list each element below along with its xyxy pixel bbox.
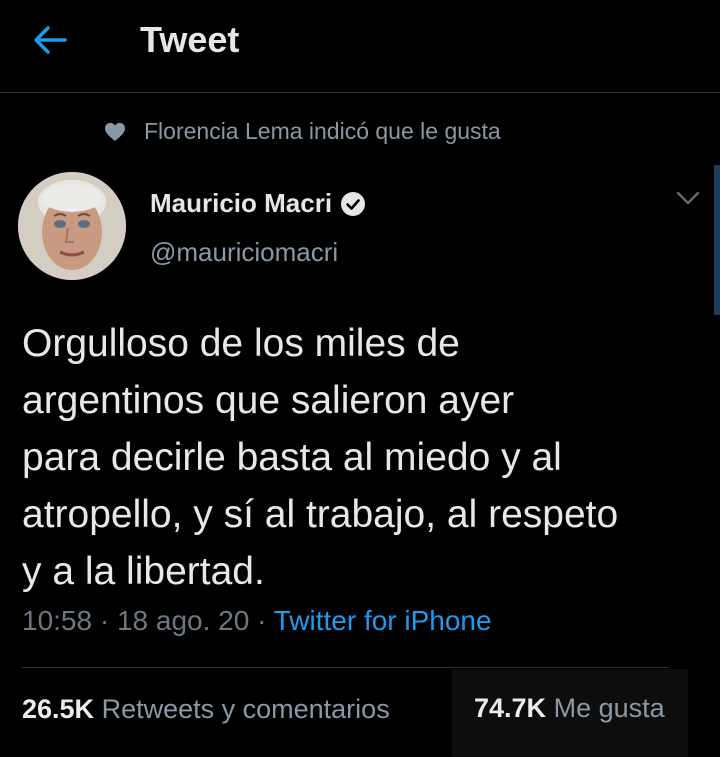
page-title: Tweet: [140, 19, 240, 60]
heart-icon: [105, 122, 125, 141]
back-button[interactable]: [30, 22, 70, 58]
tweet-text-line: y a la libertad.: [22, 550, 265, 593]
likes-count: 74.7K: [474, 693, 547, 723]
social-context: Florencia Lema indicó que le gusta: [104, 118, 501, 145]
tweet-date: 18 ago. 20: [116, 605, 250, 636]
author-handle[interactable]: @mauriciomacri: [150, 237, 338, 268]
chevron-down-icon[interactable]: [675, 190, 701, 206]
likes-label: Me gusta: [553, 693, 665, 723]
retweets-count: 26.5K: [22, 694, 95, 724]
divider: [22, 667, 668, 668]
verified-badge-icon: [341, 191, 366, 216]
top-bar: Tweet: [0, 0, 720, 93]
tweet-meta: 10:58 · 18 ago. 20 · Twitter for iPhone: [22, 605, 492, 637]
tweet-time: 10:58: [22, 605, 93, 636]
tweet-text-line: atropello, y sí al trabajo, al respeto: [22, 493, 619, 536]
social-context-text[interactable]: Florencia Lema indicó que le gusta: [144, 118, 501, 145]
tweet-text: Orgulloso de los miles de argentinos que…: [22, 315, 712, 600]
tweet-text-line: argentinos que salieron ayer: [22, 379, 515, 422]
tweet-text-line: Orgulloso de los miles de: [22, 322, 460, 365]
tweet-text-line: para decirle basta al miedo y al: [22, 436, 562, 479]
meta-separator: ·: [99, 605, 110, 636]
likes-stat[interactable]: 74.7K Me gusta: [452, 669, 688, 757]
meta-separator: ·: [257, 605, 267, 636]
tweet-source-link[interactable]: Twitter for iPhone: [274, 605, 492, 636]
arrow-left-icon: [34, 26, 67, 54]
retweets-stat[interactable]: 26.5K Retweets y comentarios: [22, 694, 390, 724]
author-name-row: Mauricio Macri: [150, 188, 366, 219]
avatar[interactable]: [18, 172, 126, 280]
tweet-stats: 26.5K Retweets y comentarios 74.7K Me gu…: [22, 669, 688, 757]
scrollbar[interactable]: [714, 165, 720, 315]
retweets-label: Retweets y comentarios: [101, 694, 390, 724]
author-name[interactable]: Mauricio Macri: [150, 188, 332, 219]
